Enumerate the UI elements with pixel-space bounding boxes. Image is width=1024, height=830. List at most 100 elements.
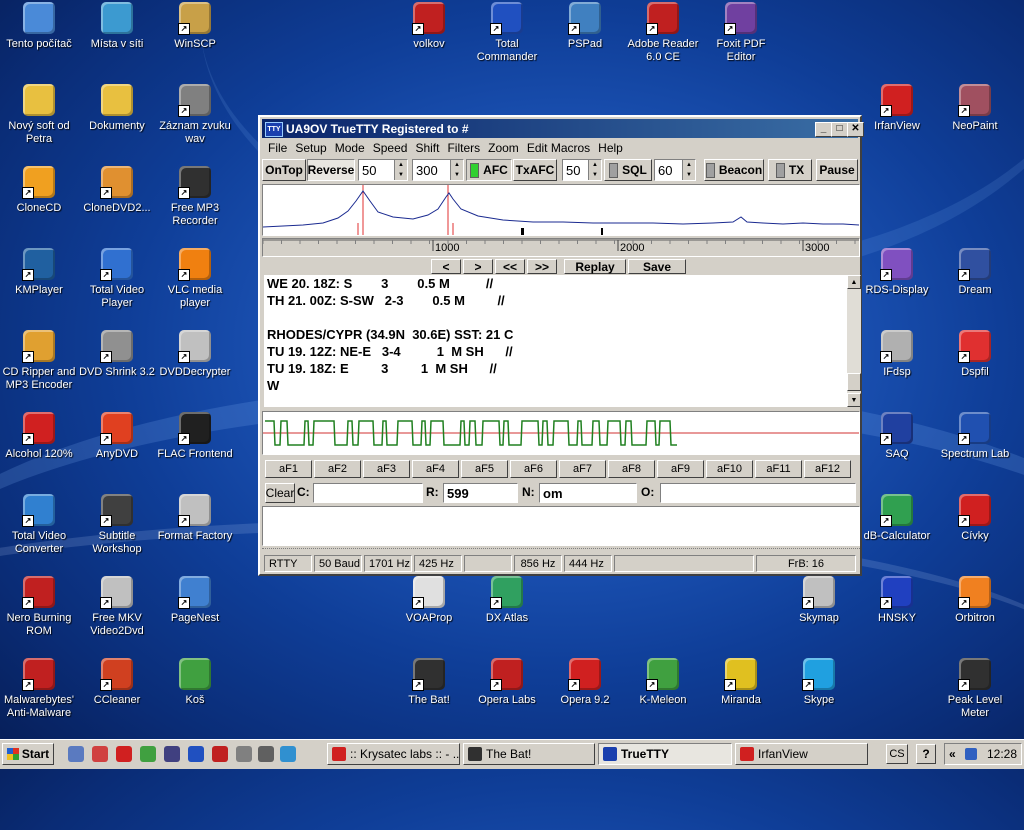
scroll-back-fast-button[interactable]: << <box>495 259 525 274</box>
menu-shift[interactable]: Shift <box>411 139 443 157</box>
pause-button[interactable]: Pause <box>816 159 858 181</box>
language-indicator[interactable]: CS <box>886 744 908 764</box>
task-thebat[interactable]: The Bat! <box>463 743 595 765</box>
desktop-icon-spectrum-lab[interactable]: ↗ Spectrum Lab <box>936 412 1014 461</box>
menu-setup[interactable]: Setup <box>291 139 330 157</box>
tool-icon[interactable] <box>212 746 228 762</box>
desktop-icon-irfanview[interactable]: ↗ IrfanView <box>858 84 936 133</box>
task-truetty[interactable]: TrueTTY <box>598 743 732 765</box>
baud-spinner[interactable]: 50 ▲ ▼ <box>358 159 408 181</box>
menu-filters[interactable]: Filters <box>443 139 484 157</box>
macro-key-af2[interactable]: aF2 <box>314 460 361 478</box>
desktop-icon-pspad[interactable]: ↗ PSPad <box>546 2 624 51</box>
macro-key-af6[interactable]: aF6 <box>510 460 557 478</box>
tray-expand-icon[interactable]: « <box>949 747 956 761</box>
desktop-icon-opera-labs[interactable]: ↗ Opera Labs <box>468 658 546 707</box>
menu-speed[interactable]: Speed <box>369 139 412 157</box>
desktop-icon-pagenest[interactable]: ↗ PageNest <box>156 576 234 625</box>
text-scrollbar[interactable]: ▲ ▼ <box>847 275 861 407</box>
name-field[interactable]: om <box>539 483 637 503</box>
minimize-button[interactable]: _ <box>815 122 832 137</box>
desktop-icon-za-znam-zvuku-wav[interactable]: ↗ Záznam zvuku wav <box>156 84 234 146</box>
save-button[interactable]: Save <box>628 259 686 274</box>
macro-key-af10[interactable]: aF10 <box>706 460 753 478</box>
beacon-button[interactable]: Beacon <box>704 159 764 181</box>
clear-button[interactable]: Clear <box>265 483 295 503</box>
desktop-icon-cd-ripper-and-mp3-encoder[interactable]: ↗ CD Ripper and MP3 Encoder <box>0 330 78 392</box>
sql-button[interactable]: SQL <box>604 159 652 181</box>
menu-help[interactable]: Help <box>594 139 627 157</box>
macro-key-af7[interactable]: aF7 <box>559 460 606 478</box>
show-desktop-icon[interactable] <box>68 746 84 762</box>
other-field[interactable] <box>660 483 856 503</box>
shift-spinner[interactable]: 300 ▲ ▼ <box>412 159 464 181</box>
desktop-icon-free-mp3-recorder[interactable]: ↗ Free MP3 Recorder <box>156 166 234 228</box>
task-irfanview[interactable]: IrfanView <box>735 743 868 765</box>
txafc-button[interactable]: TxAFC <box>513 159 557 181</box>
afc-button[interactable]: AFC <box>466 159 512 181</box>
speaker-icon[interactable] <box>965 748 977 760</box>
macro-key-af3[interactable]: aF3 <box>363 460 410 478</box>
desktop-icon-opera-9-2[interactable]: ↗ Opera 9.2 <box>546 658 624 707</box>
desktop-icon-voaprop[interactable]: ↗ VOAProp <box>390 576 468 625</box>
menu-file[interactable]: File <box>264 139 291 157</box>
desktop-icon-peak-level-meter[interactable]: ↗ Peak Level Meter <box>936 658 1014 720</box>
desktop-icon-kos[interactable]: Koš <box>156 658 234 707</box>
receive-text-area[interactable]: WE 20. 18Z: S 3 0.5 M // TH 21. 00Z: S-S… <box>264 275 847 407</box>
desktop-icon-foxit-pdf-editor[interactable]: ↗ Foxit PDF Editor <box>702 2 780 64</box>
desktop-icon-clonecd[interactable]: ↗ CloneCD <box>0 166 78 215</box>
scroll-forward-fast-button[interactable]: >> <box>527 259 557 274</box>
replay-button[interactable]: Replay <box>564 259 626 274</box>
macro-key-af9[interactable]: aF9 <box>657 460 704 478</box>
desktop-icon-flac-frontend[interactable]: ↗ FLAC Frontend <box>156 412 234 461</box>
desktop-icon-subtitle-workshop[interactable]: ↗ Subtitle Workshop <box>78 494 156 556</box>
desktop-icon-free-mkv-video2dvd[interactable]: ↗ Free MKV Video2Dvd <box>78 576 156 638</box>
macro-key-af4[interactable]: aF4 <box>412 460 459 478</box>
desktop-icon-dokumenty[interactable]: Dokumenty <box>78 84 156 133</box>
spin-arrows-icon[interactable]: ▲ ▼ <box>450 160 463 180</box>
desktop-icon-anydvd[interactable]: ↗ AnyDVD <box>78 412 156 461</box>
desktop-icon-dspfil[interactable]: ↗ Dspfil <box>936 330 1014 379</box>
desktop-icon-total-video-player[interactable]: ↗ Total Video Player <box>78 248 156 310</box>
kmeleon-icon[interactable] <box>140 746 156 762</box>
desktop-icon-malwarebytes-anti-malware[interactable]: ↗ Malwarebytes' Anti-Malware <box>0 658 78 720</box>
desktop-icon-the-bat[interactable]: ↗ The Bat! <box>390 658 468 707</box>
macro-key-af8[interactable]: aF8 <box>608 460 655 478</box>
frequency-scale[interactable]: 1000 2000 3000 <box>262 238 860 257</box>
level-spinner[interactable]: 60 ▲ ▼ <box>654 159 696 181</box>
macro-key-af1[interactable]: aF1 <box>265 460 312 478</box>
opera-icon[interactable] <box>116 746 132 762</box>
browser-icon[interactable] <box>92 746 108 762</box>
call-field[interactable] <box>313 483 423 503</box>
desktop-icon-dream[interactable]: ↗ Dream <box>936 248 1014 297</box>
splitter[interactable] <box>262 548 860 553</box>
macro-key-af5[interactable]: aF5 <box>461 460 508 478</box>
scroll-down-icon[interactable]: ▼ <box>847 393 861 407</box>
macro-key-af12[interactable]: aF12 <box>804 460 851 478</box>
help-button[interactable]: ? <box>916 744 936 764</box>
desktop-icon-vlc-media-player[interactable]: ↗ VLC media player <box>156 248 234 310</box>
desktop-icon-ccleaner[interactable]: ↗ CCleaner <box>78 658 156 707</box>
desktop-icon-dvd-shrink-3-2[interactable]: ↗ DVD Shrink 3.2 <box>78 330 156 379</box>
desktop-icon-neopaint[interactable]: ↗ NeoPaint <box>936 84 1014 133</box>
scroll-back-button[interactable]: < <box>431 259 461 274</box>
desktop-icon-tento-poc-i-tac[interactable]: Tento počítač <box>0 2 78 51</box>
desktop-icon-clonedvd2[interactable]: ↗ CloneDVD2... <box>78 166 156 215</box>
waveform-display[interactable] <box>262 411 860 455</box>
desktop-icon-mi-sta-v-si-ti[interactable]: Místa v síti <box>78 2 156 51</box>
report-field[interactable]: 599 <box>443 483 518 503</box>
spin-arrows-icon[interactable]: ▲ ▼ <box>588 160 601 180</box>
scroll-up-icon[interactable]: ▲ <box>847 275 861 289</box>
ontop-button[interactable]: OnTop <box>262 159 306 181</box>
tx-button[interactable]: TX <box>768 159 812 181</box>
task-krysatec[interactable]: :: Krysatec labs :: - ... <box>327 743 460 765</box>
desktop-icon-skype[interactable]: ↗ Skype <box>780 658 858 707</box>
macro-key-af11[interactable]: aF11 <box>755 460 802 478</box>
desktop-icon-db-calculator[interactable]: ↗ dB-Calculator <box>858 494 936 543</box>
desktop-icon-total-video-converter[interactable]: ↗ Total Video Converter <box>0 494 78 556</box>
desktop-icon-format-factory[interactable]: ↗ Format Factory <box>156 494 234 543</box>
sql-spinner[interactable]: 50 ▲ ▼ <box>562 159 602 181</box>
spin-arrows-icon[interactable]: ▲ ▼ <box>394 160 407 180</box>
spin-arrows-icon[interactable]: ▲ ▼ <box>682 160 695 180</box>
desktop-icon-total-commander[interactable]: ↗ Total Commander <box>468 2 546 64</box>
